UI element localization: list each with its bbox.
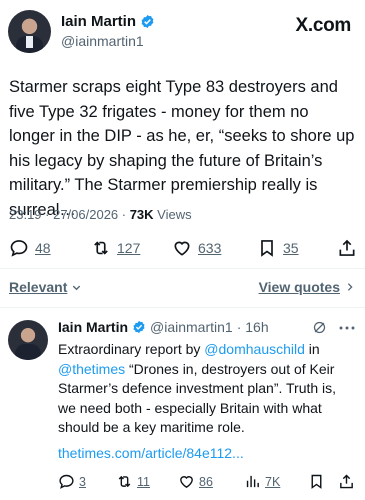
reply-header: Iain Martin @iainmartin1 · 16h (58, 319, 269, 335)
share-icon (339, 239, 355, 256)
repost-button[interactable]: 127 (91, 238, 140, 258)
tweet-header: Iain Martin @iainmartin1 X.com (8, 10, 357, 54)
grok-icon[interactable] (312, 320, 327, 335)
heart-icon (174, 241, 190, 256)
mention-link[interactable]: @thetimes (58, 361, 125, 377)
reply-tweet[interactable]: Iain Martin @iainmartin1 · 16h Extraordi… (8, 318, 357, 498)
sort-relevant-button[interactable]: Relevant (9, 279, 82, 295)
reply-text-part: Extraordinary report by (58, 341, 205, 357)
reply-reply-count: 3 (79, 474, 86, 489)
share-button[interactable] (337, 238, 357, 258)
reply-views-button[interactable]: 7K (244, 473, 280, 490)
verified-badge-icon (133, 320, 145, 334)
heart-icon (180, 476, 193, 488)
views-label: Views (153, 207, 192, 222)
tweet-text: Starmer scraps eight Type 83 destroyers … (9, 78, 355, 219)
reply-share-button[interactable] (338, 473, 355, 490)
author-handle[interactable]: @iainmartin1 (61, 33, 144, 49)
repost-count: 127 (117, 240, 141, 256)
tweet-timestamp[interactable]: 23:19 · 27/06/2026 · (9, 207, 130, 222)
reply-like-count: 86 (199, 474, 213, 489)
reply-views-count: 7K (265, 474, 281, 489)
reply-repost-count: 11 (137, 474, 150, 489)
reply-tools (312, 320, 355, 335)
chevron-right-icon (347, 283, 353, 291)
reply-age[interactable]: · 16h (237, 319, 269, 335)
bookmark-button[interactable]: 35 (257, 238, 299, 258)
bookmark-icon (311, 474, 322, 489)
reply-bookmark-button[interactable] (308, 473, 325, 490)
reply-text: Extraordinary report by @domhauschild in… (58, 340, 357, 438)
reply-icon (10, 240, 28, 257)
more-options-icon[interactable] (339, 325, 355, 331)
share-icon (340, 474, 353, 489)
reply-actions: 3 11 86 7K (58, 473, 357, 493)
analytics-icon (246, 475, 259, 488)
view-quotes-label: View quotes (258, 279, 340, 295)
bookmark-count: 35 (283, 240, 299, 256)
bookmark-icon (261, 240, 273, 257)
reply-reply-button[interactable]: 3 (58, 473, 86, 490)
reply-author-name[interactable]: Iain Martin (58, 319, 128, 335)
reply-like-button[interactable]: 86 (178, 473, 213, 490)
view-quotes-link[interactable]: View quotes (259, 279, 355, 295)
author-name[interactable]: Iain Martin (61, 13, 136, 30)
reply-author-handle[interactable]: @iainmartin1 (150, 319, 233, 335)
reply-button[interactable]: 48 (9, 238, 51, 258)
like-count: 633 (198, 240, 222, 256)
divider (0, 307, 365, 308)
reply-count: 48 (35, 240, 51, 256)
x-logo: X.com (295, 15, 351, 36)
reply-text-part: in (304, 341, 320, 357)
repost-icon (118, 475, 131, 488)
reply-icon (59, 474, 74, 489)
reply-repost-button[interactable]: 11 (116, 473, 150, 490)
tweet-actions: 48 127 633 35 (9, 238, 357, 260)
author-name-row[interactable]: Iain Martin (61, 13, 155, 30)
views-count: 73K (129, 207, 154, 222)
sort-relevant-label: Relevant (9, 279, 68, 295)
mention-link[interactable]: @domhauschild (204, 341, 305, 357)
chevron-down-icon (73, 285, 81, 290)
verified-badge-icon (141, 14, 154, 29)
tweet-meta: 23:19 · 27/06/2026 · 73K Views (9, 207, 192, 222)
divider (0, 268, 365, 269)
article-link[interactable]: thetimes.com/article/84e112... (58, 445, 244, 461)
author-avatar[interactable] (8, 10, 51, 53)
repost-icon (94, 241, 108, 255)
reply-author-avatar[interactable] (8, 320, 48, 360)
like-button[interactable]: 633 (172, 238, 221, 258)
